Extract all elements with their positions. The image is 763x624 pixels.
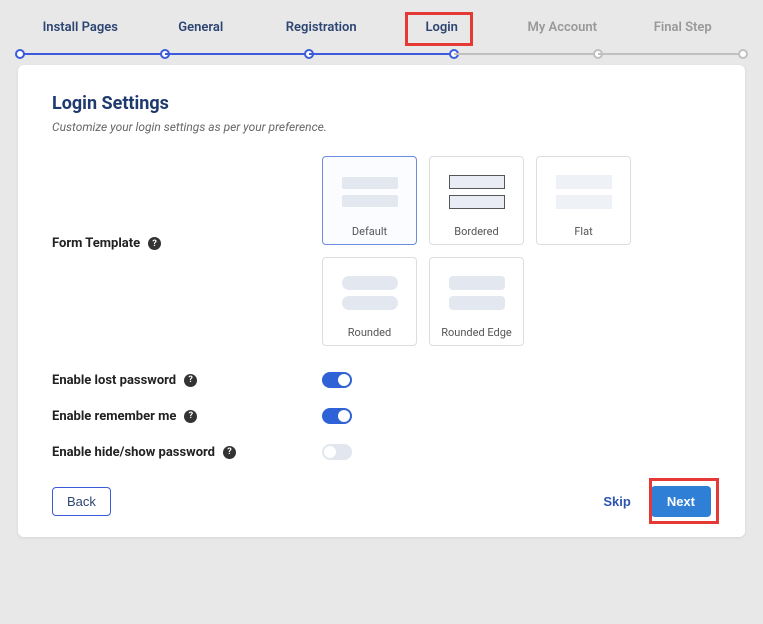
footer: Back Skip Next xyxy=(52,486,711,517)
template-options: Default Bordered Flat Rounded Rounded Ed… xyxy=(322,156,662,346)
toggle-remember-me[interactable] xyxy=(322,408,352,424)
settings-card: Login Settings Customize your login sett… xyxy=(18,65,745,537)
remember-me-label: Enable remember me ? xyxy=(52,409,322,424)
step-progress-line xyxy=(20,53,743,55)
help-icon[interactable]: ? xyxy=(148,237,161,250)
step-install-pages[interactable]: Install Pages xyxy=(20,20,141,55)
template-bordered[interactable]: Bordered xyxy=(429,156,524,245)
next-button[interactable]: Next xyxy=(651,486,711,517)
template-flat[interactable]: Flat xyxy=(536,156,631,245)
template-default[interactable]: Default xyxy=(322,156,417,245)
stepper: Install Pages General Registration Login… xyxy=(0,0,763,55)
step-my-account[interactable]: My Account xyxy=(502,20,623,55)
help-icon[interactable]: ? xyxy=(184,410,197,423)
form-template-label: Form Template ? xyxy=(52,156,322,251)
template-rounded-edge[interactable]: Rounded Edge xyxy=(429,257,524,346)
hide-show-password-label: Enable hide/show password ? xyxy=(52,445,322,460)
template-rounded[interactable]: Rounded xyxy=(322,257,417,346)
toggle-lost-password[interactable] xyxy=(322,372,352,388)
page-title: Login Settings xyxy=(52,93,711,114)
back-button[interactable]: Back xyxy=(52,487,111,516)
toggle-hide-show-password[interactable] xyxy=(322,444,352,460)
step-login[interactable]: Login xyxy=(382,20,503,55)
step-general[interactable]: General xyxy=(141,20,262,55)
lost-password-label: Enable lost password ? xyxy=(52,373,322,388)
help-icon[interactable]: ? xyxy=(223,446,236,459)
row-form-template: Form Template ? Default Bordered Flat Ro… xyxy=(52,156,711,346)
step-final-step[interactable]: Final Step xyxy=(623,20,744,55)
step-registration[interactable]: Registration xyxy=(261,20,382,55)
row-lost-password: Enable lost password ? xyxy=(52,372,711,388)
skip-button[interactable]: Skip xyxy=(603,494,630,509)
row-remember-me: Enable remember me ? xyxy=(52,408,711,424)
page-subtitle: Customize your login settings as per you… xyxy=(52,120,711,134)
help-icon[interactable]: ? xyxy=(184,374,197,387)
row-hide-show-password: Enable hide/show password ? xyxy=(52,444,711,460)
